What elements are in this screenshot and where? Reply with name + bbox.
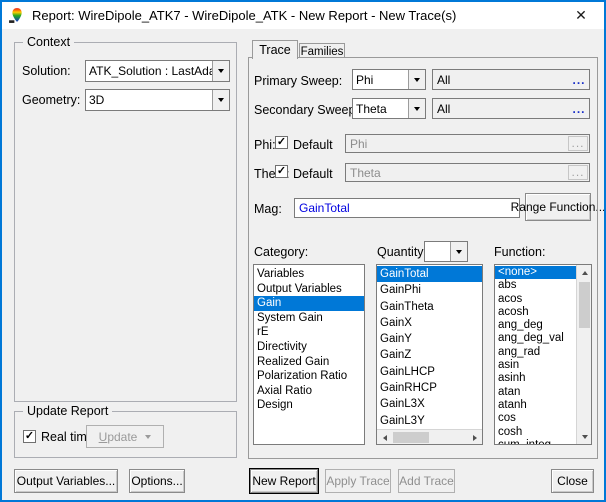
output-variables-button[interactable]: Output Variables... [14, 469, 118, 493]
chevron-down-icon[interactable] [212, 90, 229, 110]
apply-trace-label: Apply Trace [326, 474, 390, 488]
app-icon [9, 8, 22, 23]
real-time-checkbox[interactable]: ✓ [23, 430, 36, 443]
output-variables-label: Output Variables... [16, 474, 116, 488]
close-label: Close [557, 474, 588, 488]
tab-families[interactable]: Families [299, 43, 345, 58]
chevron-down-icon [145, 434, 152, 439]
solution-combobox[interactable]: ATK_Solution : LastAdapt [85, 60, 230, 82]
report-dialog: Report: WireDipole_ATK7 - WireDipole_ATK… [0, 0, 606, 502]
geometry-combobox[interactable]: 3D [85, 89, 230, 111]
tab-trace[interactable]: Trace [252, 40, 298, 59]
geometry-value: 3D [89, 93, 105, 107]
update-button-label: Update [98, 429, 138, 444]
solution-value: ATK_Solution : LastAdapt [89, 64, 212, 78]
chevron-down-icon[interactable] [212, 61, 229, 81]
apply-trace-button: Apply Trace [325, 469, 391, 493]
add-trace-button: Add Trace [398, 469, 455, 493]
close-icon[interactable]: ✕ [566, 4, 596, 27]
options-button[interactable]: Options... [129, 469, 185, 493]
check-icon: ✓ [24, 429, 35, 442]
title-bar: Report: WireDipole_ATK7 - WireDipole_ATK… [2, 2, 604, 29]
options-label: Options... [131, 474, 183, 488]
update-button: Update [86, 425, 164, 448]
window-title: Report: WireDipole_ATK7 - WireDipole_ATK… [32, 8, 457, 23]
solution-label: Solution: [22, 64, 71, 78]
context-group-label: Context [23, 35, 75, 49]
add-trace-label: Add Trace [399, 474, 454, 488]
geometry-label: Geometry: [22, 93, 81, 107]
new-report-button[interactable]: New Report [250, 469, 318, 493]
close-button[interactable]: Close [551, 469, 594, 493]
new-report-label: New Report [252, 474, 316, 488]
trace-tab-panel [248, 57, 598, 459]
update-report-group-label: Update Report [23, 404, 113, 418]
tab-trace-label: Trace [259, 43, 291, 57]
